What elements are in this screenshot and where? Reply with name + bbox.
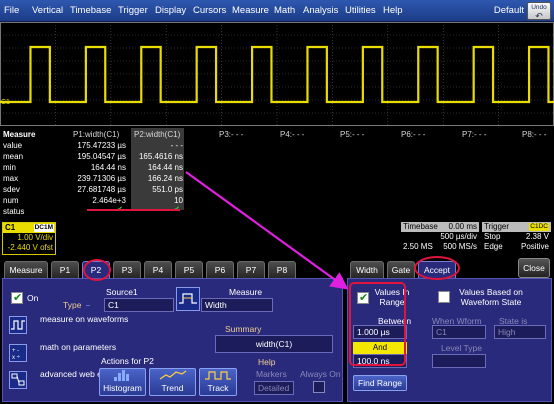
annotation-arrow <box>185 171 349 290</box>
arrow-to-accept-panel <box>185 171 349 290</box>
